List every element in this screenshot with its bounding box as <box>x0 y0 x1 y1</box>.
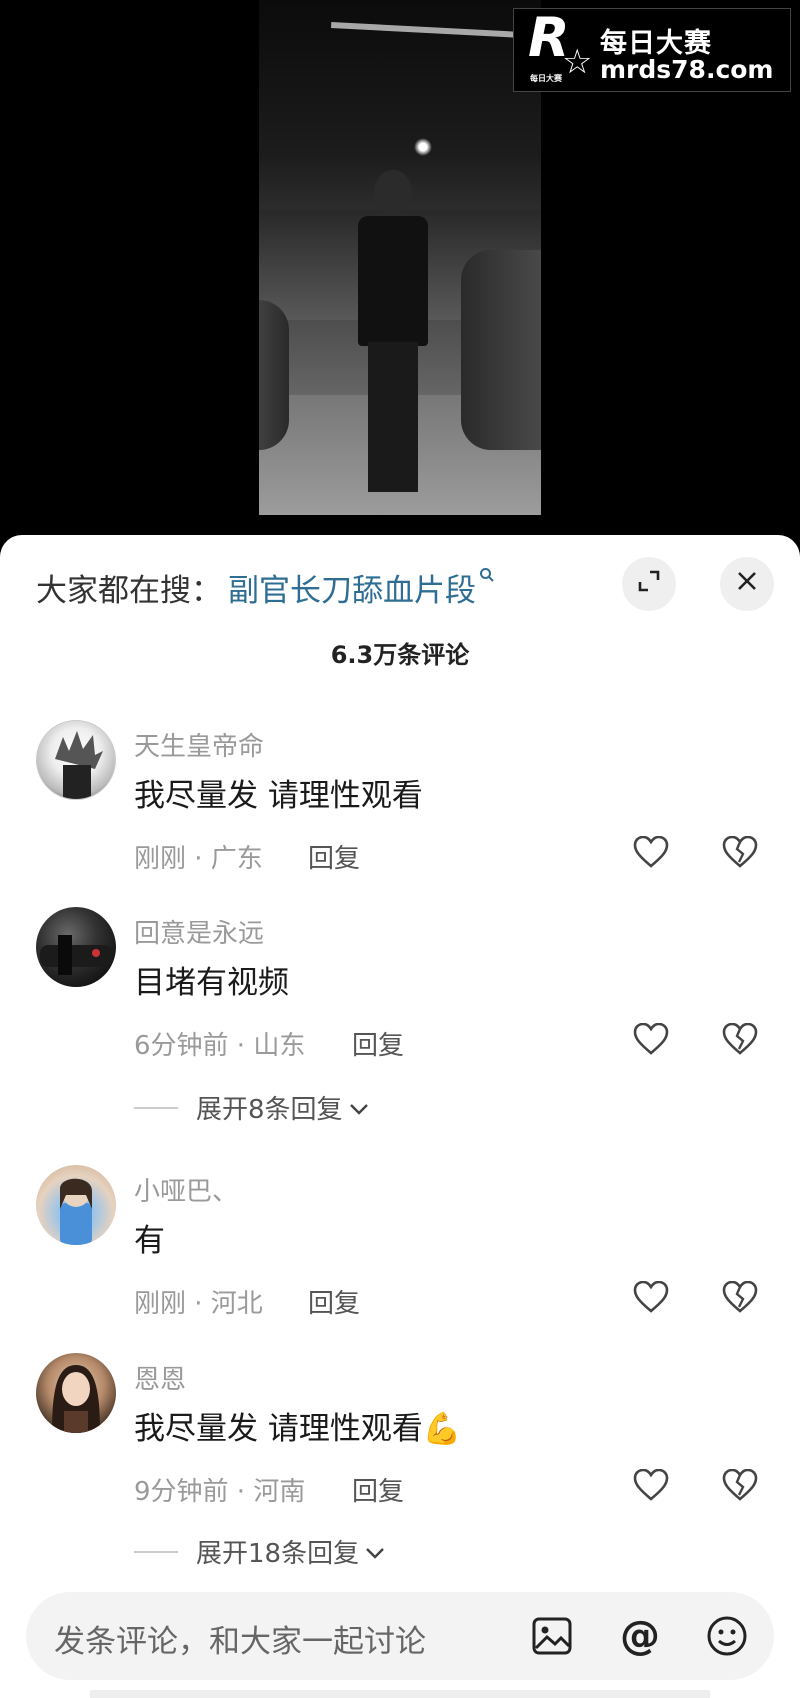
trending-search-label: 大家都在搜： <box>36 572 222 609</box>
comment-username[interactable]: 天生皇帝命 <box>134 726 264 763</box>
broken-heart-icon[interactable] <box>720 1277 760 1317</box>
expand-replies-button[interactable]: 展开18条回复 <box>134 1533 385 1570</box>
comment-sheet: 大家都在搜： 副官长刀舔血片段 6.3万条评论 天生皇帝命 我尽量发 请理性观看… <box>0 535 800 1698</box>
avatar[interactable] <box>36 1165 116 1245</box>
comment-item: 小哑巴、 有 刚刚 · 河北 回复 <box>0 1165 800 1335</box>
comment-input-bar[interactable]: 发条评论，和大家一起讨论 @ <box>26 1592 774 1680</box>
comment-meta: 9分钟前 · 河南 <box>134 1477 306 1507</box>
chevron-down-icon <box>349 1096 369 1120</box>
comment-item: 恩恩 我尽量发 请理性观看💪 9分钟前 · 河南 回复 展开18条回复 <box>0 1353 800 1593</box>
divider <box>134 1106 178 1109</box>
comment-text: 我尽量发 请理性观看💪 <box>134 1411 462 1447</box>
heart-icon[interactable] <box>631 1277 671 1317</box>
watermark-url: mrds78.com <box>600 55 774 84</box>
comment-username[interactable]: 恩恩 <box>134 1359 186 1396</box>
heart-icon[interactable] <box>631 1019 671 1059</box>
broken-heart-icon[interactable] <box>720 832 760 872</box>
avatar[interactable] <box>36 1353 116 1433</box>
mention-icon[interactable]: @ <box>616 1612 664 1660</box>
image-icon[interactable] <box>528 1612 576 1660</box>
comment-item: 天生皇帝命 我尽量发 请理性观看 刚刚 · 广东 回复 <box>0 720 800 890</box>
comment-item: 回意是永远 目堵有视频 6分钟前 · 山东 回复 展开8条回复 <box>0 907 800 1147</box>
avatar[interactable] <box>36 907 116 987</box>
comment-text: 目堵有视频 <box>134 965 289 1001</box>
trending-search[interactable]: 大家都在搜： 副官长刀舔血片段 <box>36 565 495 609</box>
comment-input[interactable]: 发条评论，和大家一起讨论 <box>54 1616 426 1661</box>
emoji-icon[interactable] <box>703 1612 751 1660</box>
expand-replies-label: 展开18条回复 <box>196 1539 360 1569</box>
close-button[interactable] <box>720 557 774 611</box>
search-icon <box>479 567 495 587</box>
broken-heart-icon[interactable] <box>720 1019 760 1059</box>
comment-text: 有 <box>134 1223 165 1259</box>
reply-button[interactable]: 回复 <box>352 1025 404 1062</box>
expand-icon <box>636 568 662 601</box>
reply-button[interactable]: 回复 <box>308 1283 360 1320</box>
expand-replies-label: 展开8条回复 <box>196 1095 343 1125</box>
video-player[interactable]: R ☆ 每日大赛 每日大赛 mrds78.com <box>0 0 800 540</box>
expand-replies-button[interactable]: 展开8条回复 <box>134 1089 369 1126</box>
flexed-arm-emoji: 💪 <box>422 1411 462 1447</box>
reply-button[interactable]: 回复 <box>308 838 360 875</box>
heart-icon[interactable] <box>631 1465 671 1505</box>
heart-icon[interactable] <box>631 832 671 872</box>
comment-count: 6.3万条评论 <box>330 641 470 669</box>
comment-meta: 刚刚 · 广东 <box>134 844 263 874</box>
trending-search-term[interactable]: 副官长刀舔血片段 <box>228 565 476 610</box>
close-icon <box>736 569 758 599</box>
video-person <box>354 170 434 500</box>
reply-button[interactable]: 回复 <box>352 1471 404 1508</box>
bottom-divider <box>90 1690 710 1698</box>
divider <box>134 1550 178 1553</box>
watermark: R ☆ 每日大赛 每日大赛 mrds78.com <box>513 8 791 92</box>
broken-heart-icon[interactable] <box>720 1465 760 1505</box>
comment-meta: 刚刚 · 河北 <box>134 1289 263 1319</box>
comment-text: 我尽量发 请理性观看 <box>134 778 423 814</box>
avatar[interactable] <box>36 720 116 800</box>
expand-button[interactable] <box>622 557 676 611</box>
comment-meta: 6分钟前 · 山东 <box>134 1031 306 1061</box>
chevron-down-icon <box>365 1540 385 1564</box>
comment-username[interactable]: 小哑巴、 <box>134 1171 238 1208</box>
comment-username[interactable]: 回意是永远 <box>134 913 264 950</box>
watermark-logo: R ☆ 每日大赛 <box>528 6 593 84</box>
video-frame[interactable] <box>259 0 541 515</box>
